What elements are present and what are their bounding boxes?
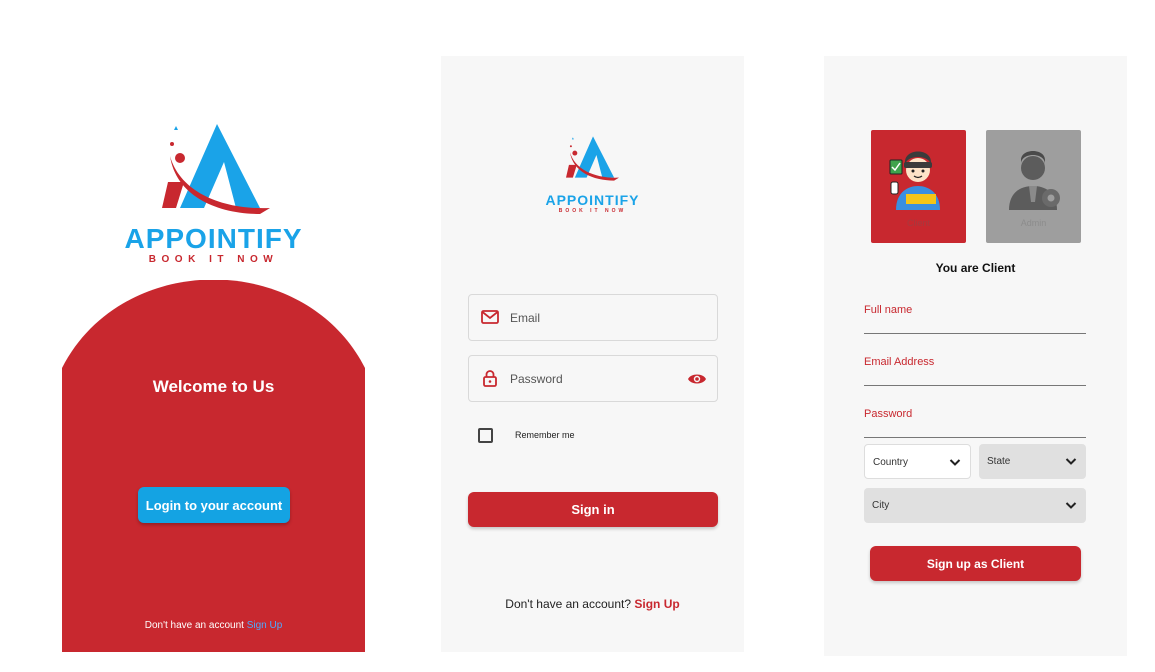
- email-field[interactable]: Email: [468, 294, 718, 341]
- email-address-field[interactable]: Email Address: [864, 356, 1086, 386]
- role-heading: You are Client: [935, 261, 1016, 275]
- no-account-text: Don't have an account?: [505, 597, 632, 611]
- appointify-logo-icon: [162, 124, 270, 214]
- signup-link[interactable]: Sign Up: [247, 620, 283, 631]
- chevron-down-icon: [949, 459, 961, 466]
- brand-tagline: BOOK IT NOW: [148, 254, 279, 265]
- login-button[interactable]: Login to your account: [138, 487, 290, 523]
- lock-icon: [483, 370, 497, 387]
- welcome-arch-background: [62, 280, 365, 652]
- signup-screen: Client Admin You are Client Full name Em…: [824, 56, 1127, 656]
- password-field[interactable]: Password: [864, 408, 1086, 438]
- admin-avatar-icon: [1009, 151, 1060, 210]
- no-account-text: Don't have an account: [144, 620, 244, 631]
- appointify-logo-icon: [566, 136, 620, 181]
- full-name-label: Full name: [864, 304, 913, 316]
- email-address-label: Email Address: [864, 356, 935, 368]
- email-placeholder: Email: [510, 311, 541, 325]
- full-name-field[interactable]: Full name: [864, 304, 1086, 334]
- role-card-client[interactable]: Client: [871, 130, 966, 243]
- role-admin-label: Admin: [1020, 218, 1047, 228]
- brand-name: APPOINTIFY: [124, 223, 303, 254]
- client-avatar-icon: [889, 151, 940, 210]
- city-select[interactable]: City: [864, 488, 1086, 523]
- remember-me-checkbox[interactable]: [478, 428, 493, 443]
- signup-client-button[interactable]: Sign up as Client: [870, 546, 1081, 581]
- chevron-down-icon: [1065, 502, 1077, 509]
- state-select-value: State: [987, 456, 1011, 467]
- password-field[interactable]: Password: [468, 355, 718, 402]
- brand-tagline: BOOK IT NOW: [558, 208, 627, 214]
- welcome-screen: APPOINTIFY BOOK IT NOW Welcome to Us Log…: [62, 56, 365, 652]
- remember-me-label: Remember me: [515, 430, 575, 440]
- role-card-admin[interactable]: Admin: [986, 130, 1081, 243]
- password-label: Password: [864, 408, 913, 420]
- role-client-label: Client: [906, 218, 930, 228]
- signup-link[interactable]: Sign Up: [634, 597, 679, 611]
- country-select-value: Country: [873, 457, 909, 468]
- brand-name: APPOINTIFY: [545, 192, 640, 208]
- signin-screen: APPOINTIFY BOOK IT NOW Email Password Re…: [441, 56, 744, 652]
- signin-button[interactable]: Sign in: [468, 492, 718, 527]
- welcome-heading: Welcome to Us: [152, 377, 275, 396]
- eye-icon[interactable]: [687, 370, 707, 388]
- signin-footer: Don't have an account? Sign Up: [441, 597, 744, 611]
- welcome-footer: Don't have an account Sign Up: [62, 620, 365, 631]
- state-select[interactable]: State: [979, 444, 1086, 479]
- chevron-down-icon: [1065, 458, 1077, 465]
- password-placeholder: Password: [510, 372, 563, 386]
- mail-icon: [481, 310, 499, 324]
- city-select-value: City: [872, 500, 890, 511]
- country-select[interactable]: Country: [864, 444, 971, 479]
